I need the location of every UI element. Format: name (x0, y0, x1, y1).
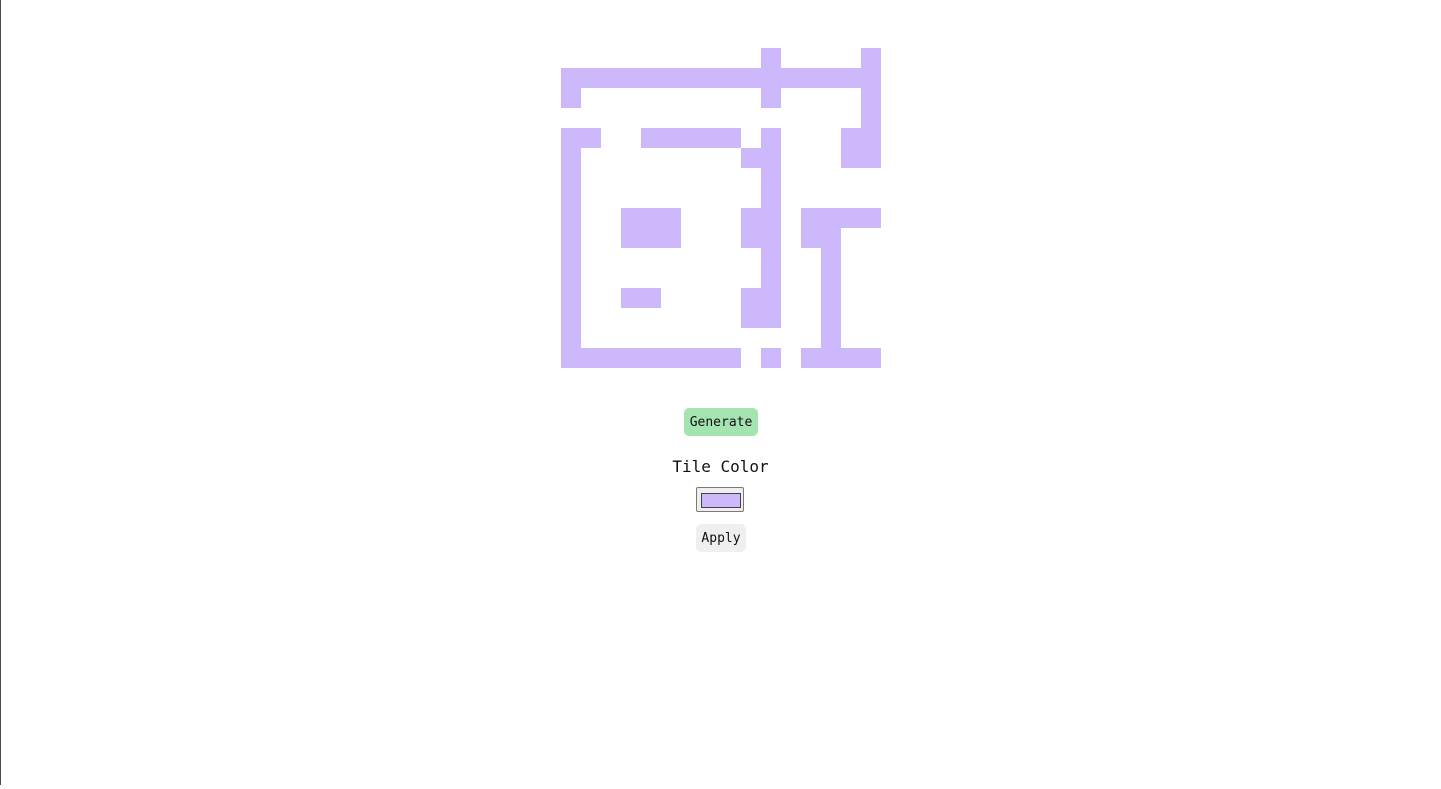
tile (861, 48, 881, 68)
tile (821, 208, 841, 228)
tile (781, 68, 801, 88)
apply-button[interactable]: Apply (696, 524, 746, 552)
tile (561, 208, 581, 228)
tile (561, 188, 581, 208)
tile (561, 348, 581, 368)
tile (841, 148, 861, 168)
tile (821, 268, 841, 288)
tile (861, 108, 881, 128)
tile (761, 88, 781, 108)
tile (841, 68, 861, 88)
tile (821, 288, 841, 308)
tile (581, 348, 601, 368)
tile (581, 68, 601, 88)
tile (861, 128, 881, 148)
tile (561, 248, 581, 268)
tile (761, 208, 781, 228)
tile (821, 68, 841, 88)
tile (741, 208, 761, 228)
tile (821, 248, 841, 268)
tile (821, 308, 841, 328)
tile-color-picker[interactable] (696, 487, 744, 512)
tile (761, 248, 781, 268)
tile (641, 68, 661, 88)
tile (621, 348, 641, 368)
tile (561, 328, 581, 348)
tile (641, 288, 661, 308)
tile (641, 348, 661, 368)
tile (761, 128, 781, 148)
tile (561, 268, 581, 288)
tile (801, 68, 821, 88)
tile (561, 228, 581, 248)
tile (621, 228, 641, 248)
tile (821, 228, 841, 248)
tile (761, 228, 781, 248)
window-left-edge (0, 0, 1, 785)
tile (721, 128, 741, 148)
tile (761, 308, 781, 328)
tile (861, 88, 881, 108)
tile (641, 208, 661, 228)
tile (661, 228, 681, 248)
tile (841, 208, 861, 228)
tile (561, 168, 581, 188)
tile (661, 68, 681, 88)
tile (561, 68, 581, 88)
tile (681, 128, 701, 148)
tile (561, 148, 581, 168)
tile (841, 128, 861, 148)
tile (861, 148, 881, 168)
tile (721, 68, 741, 88)
tile (801, 208, 821, 228)
tile (861, 208, 881, 228)
tile (741, 288, 761, 308)
tile (621, 288, 641, 308)
tile (661, 208, 681, 228)
tile (721, 348, 741, 368)
tile (561, 288, 581, 308)
tile (561, 128, 581, 148)
tile-color-swatch (701, 493, 741, 508)
tile (821, 328, 841, 348)
tile (701, 348, 721, 368)
tile (861, 348, 881, 368)
tile (561, 88, 581, 108)
tile-pattern-grid (561, 48, 881, 368)
tile (681, 348, 701, 368)
tile (581, 128, 601, 148)
tile (761, 148, 781, 168)
tile (601, 348, 621, 368)
generate-button[interactable]: Generate (684, 408, 758, 436)
tile (841, 348, 861, 368)
tile (861, 68, 881, 88)
tile (821, 348, 841, 368)
tile (641, 228, 661, 248)
tile (761, 288, 781, 308)
tile (641, 128, 661, 148)
tile (661, 348, 681, 368)
tile (601, 68, 621, 88)
tile (761, 68, 781, 88)
tile (741, 228, 761, 248)
tile (561, 308, 581, 328)
tile (621, 68, 641, 88)
tile (741, 68, 761, 88)
tile-color-label: Tile Color (672, 457, 769, 476)
tile (801, 348, 821, 368)
tile (761, 268, 781, 288)
tile (741, 148, 761, 168)
tile (661, 128, 681, 148)
tile (761, 188, 781, 208)
tile (681, 68, 701, 88)
tile (761, 168, 781, 188)
tile (761, 348, 781, 368)
tile (701, 68, 721, 88)
tile (701, 128, 721, 148)
tile (621, 208, 641, 228)
tile (741, 308, 761, 328)
tile (801, 228, 821, 248)
tile (761, 48, 781, 68)
